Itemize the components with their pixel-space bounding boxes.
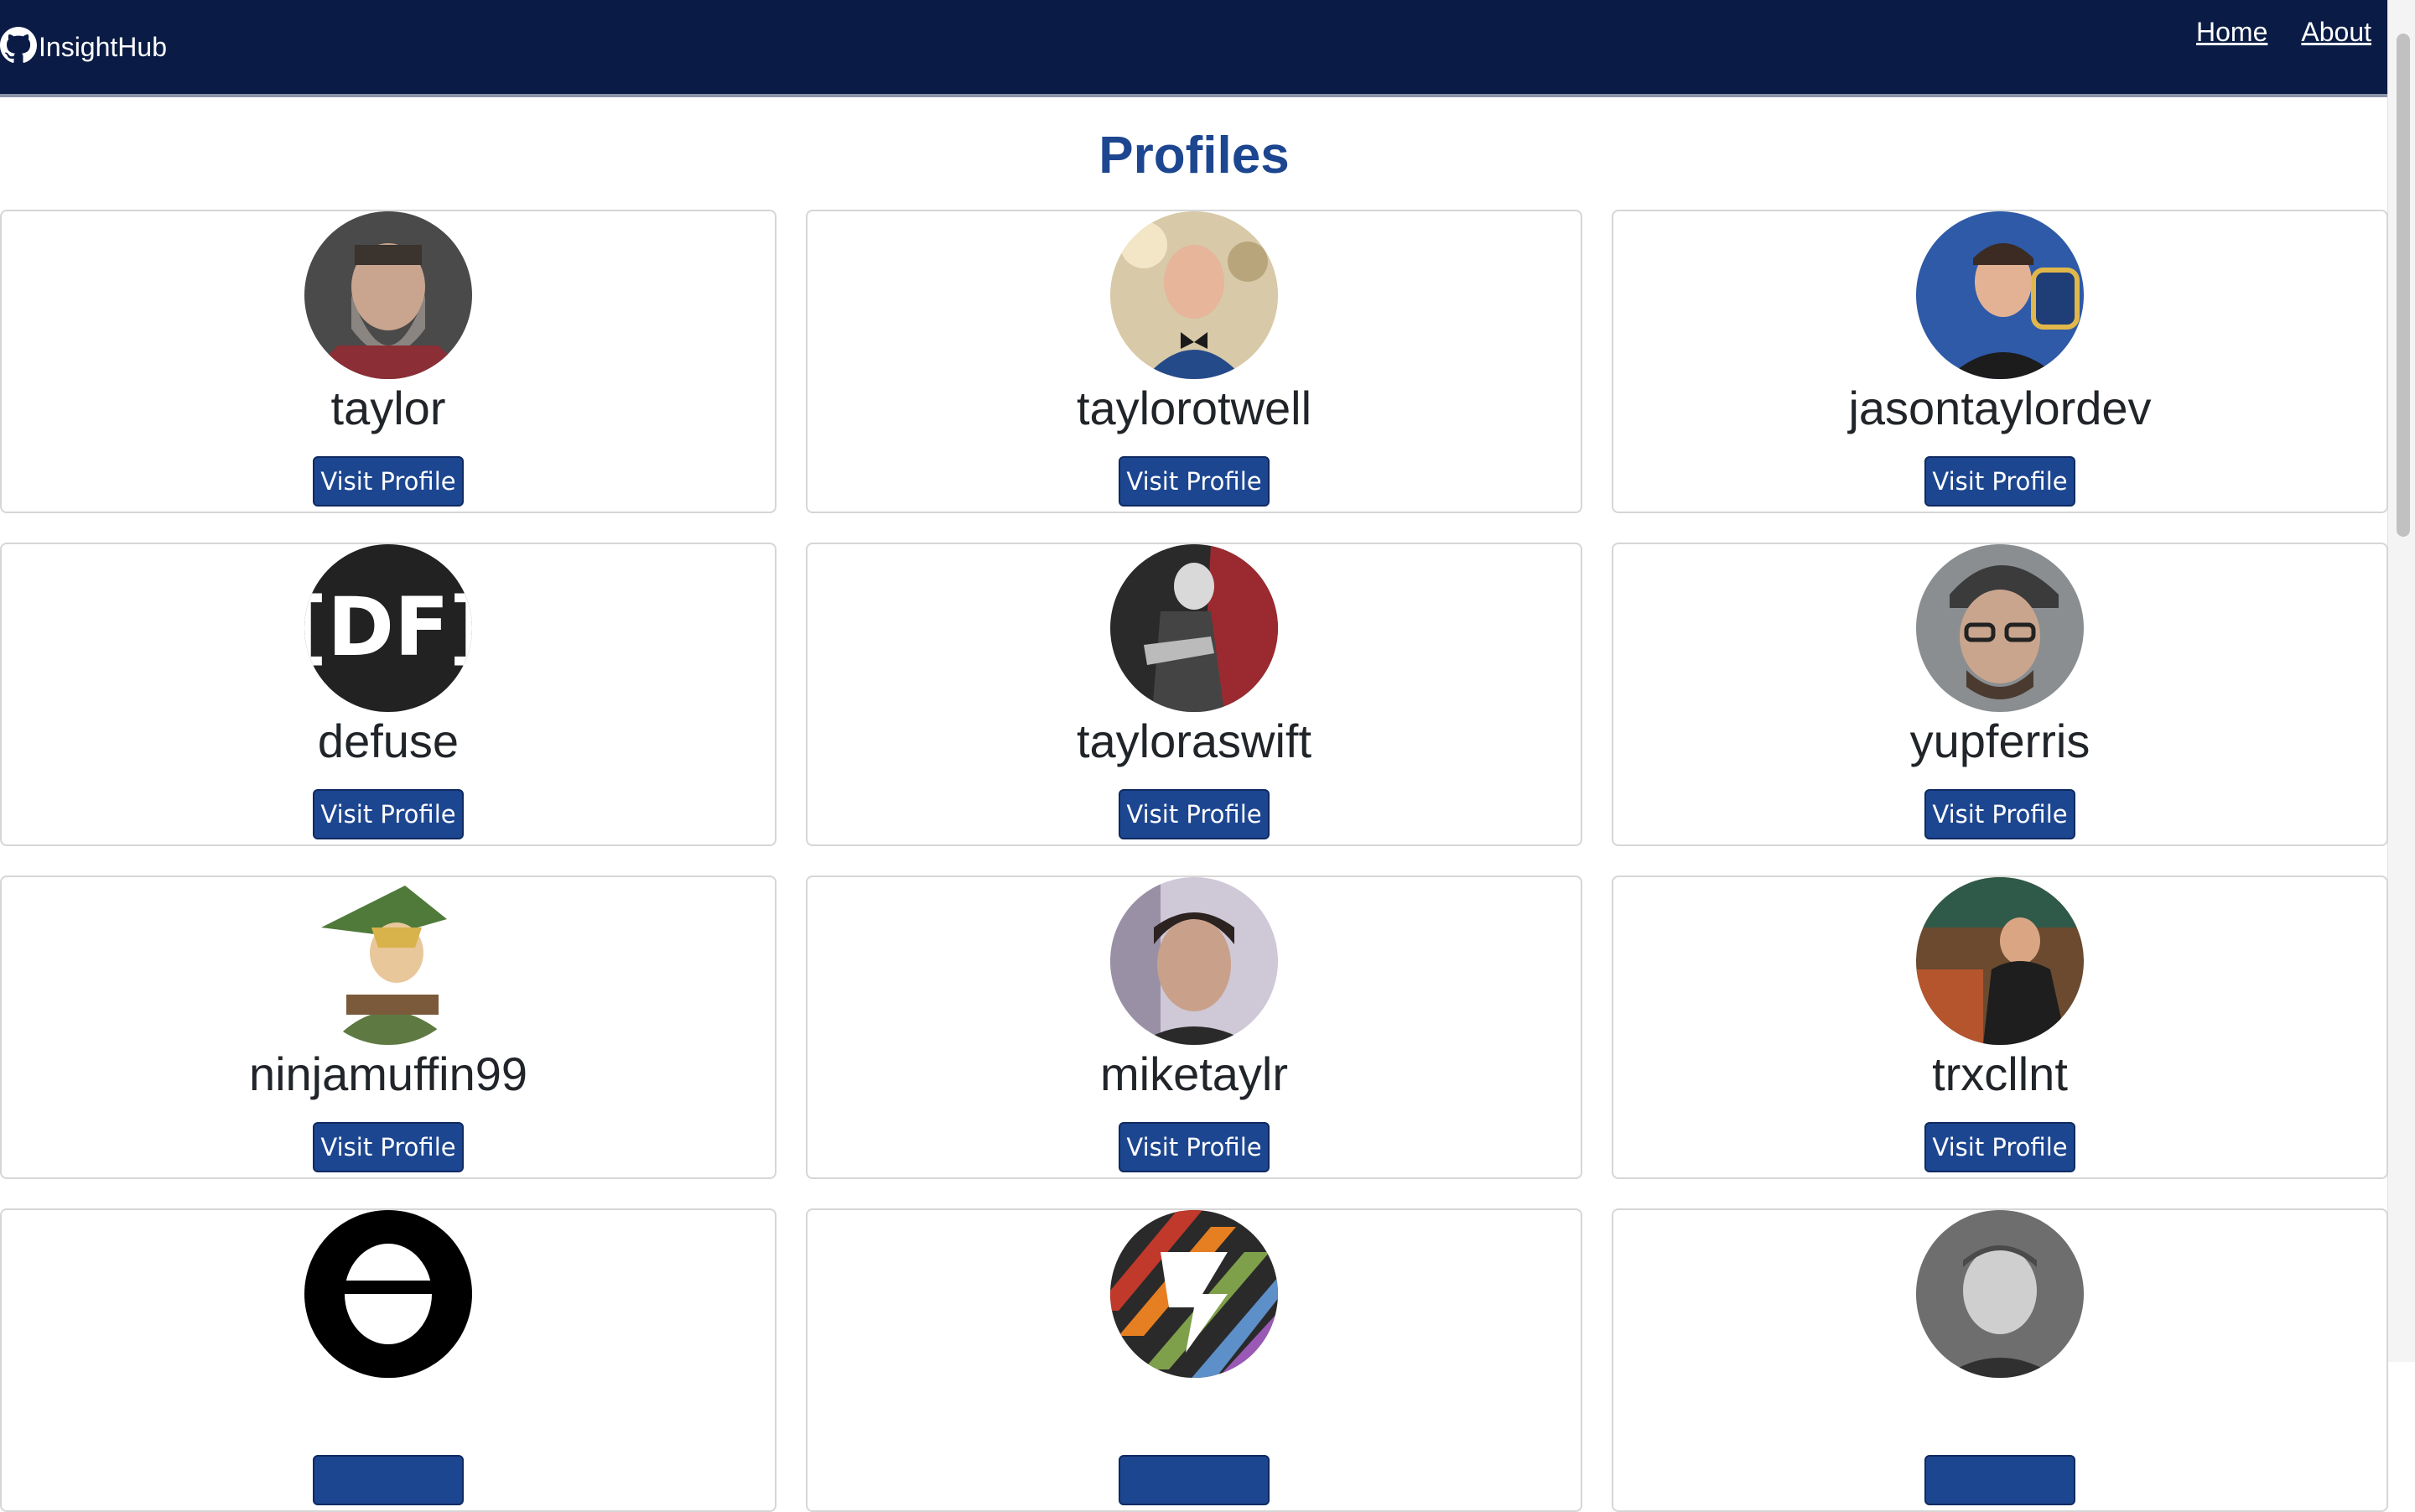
github-icon bbox=[0, 26, 37, 68]
profile-card: jasontaylordev Visit Profile bbox=[1612, 210, 2388, 513]
profile-username: tayloraswift bbox=[1076, 714, 1312, 767]
visit-profile-button[interactable]: Visit Profile bbox=[1924, 789, 2075, 839]
profile-card: yupferris Visit Profile bbox=[1612, 543, 2388, 846]
profile-card: ninjamuffin99 Visit Profile bbox=[0, 876, 776, 1179]
profile-username: defuse bbox=[317, 714, 460, 767]
avatar bbox=[1916, 1210, 2084, 1378]
visit-profile-button[interactable]: Visit Profile bbox=[1119, 456, 1270, 507]
profile-card bbox=[1612, 1208, 2388, 1512]
visit-profile-button[interactable]: Visit Profile bbox=[1924, 456, 2075, 507]
visit-profile-button[interactable]: Visit Profile bbox=[313, 456, 464, 507]
profile-username: jasontaylordev bbox=[1848, 382, 2152, 434]
profile-card bbox=[806, 1208, 1582, 1512]
nav-links: Home About bbox=[2196, 17, 2371, 48]
avatar bbox=[1916, 544, 2084, 712]
avatar bbox=[304, 877, 472, 1045]
profile-username: yupferris bbox=[1909, 714, 2090, 767]
profile-card: miketaylr Visit Profile bbox=[806, 876, 1582, 1179]
avatar bbox=[304, 1210, 472, 1378]
scrollbar-thumb[interactable] bbox=[2397, 34, 2410, 537]
profile-card: [DF] defuse Visit Profile bbox=[0, 543, 776, 846]
avatar bbox=[1916, 211, 2084, 379]
nav-home-link[interactable]: Home bbox=[2196, 17, 2267, 48]
visit-profile-button[interactable]: Visit Profile bbox=[1924, 1122, 2075, 1172]
avatar: [DF] bbox=[304, 544, 472, 712]
profile-username: taylorotwell bbox=[1076, 382, 1312, 434]
avatar bbox=[1110, 211, 1278, 379]
visit-profile-button[interactable]: Visit Profile bbox=[313, 1122, 464, 1172]
visit-profile-button[interactable]: Visit Profile bbox=[313, 789, 464, 839]
profile-username: ninjamuffin99 bbox=[248, 1047, 528, 1100]
visit-profile-button[interactable] bbox=[1119, 1455, 1270, 1505]
profile-username: taylor bbox=[330, 382, 446, 434]
top-navbar: InsightHub Home About bbox=[0, 0, 2388, 97]
avatar bbox=[1110, 877, 1278, 1045]
avatar bbox=[304, 211, 472, 379]
brand-name: InsightHub bbox=[39, 31, 167, 62]
scrollbar[interactable] bbox=[2387, 0, 2415, 1362]
profile-card: trxcllnt Visit Profile bbox=[1612, 876, 2388, 1179]
page-title: Profiles bbox=[1098, 127, 1290, 184]
avatar bbox=[1916, 877, 2084, 1045]
profile-card bbox=[0, 1208, 776, 1512]
avatar bbox=[1110, 544, 1278, 712]
svg-text:[DF]: [DF] bbox=[304, 580, 472, 674]
visit-profile-button[interactable] bbox=[313, 1455, 464, 1505]
brand[interactable]: InsightHub bbox=[0, 26, 167, 68]
profile-username: trxcllnt bbox=[1932, 1047, 2068, 1100]
profile-username: miketaylr bbox=[1099, 1047, 1289, 1100]
profile-card: tayloraswift Visit Profile bbox=[806, 543, 1582, 846]
visit-profile-button[interactable]: Visit Profile bbox=[1119, 1122, 1270, 1172]
profile-card: taylor Visit Profile bbox=[0, 210, 776, 513]
avatar bbox=[1110, 1210, 1278, 1378]
visit-profile-button[interactable]: Visit Profile bbox=[1119, 789, 1270, 839]
profile-card: taylorotwell Visit Profile bbox=[806, 210, 1582, 513]
visit-profile-button[interactable] bbox=[1924, 1455, 2075, 1505]
nav-about-link[interactable]: About bbox=[2301, 17, 2371, 48]
